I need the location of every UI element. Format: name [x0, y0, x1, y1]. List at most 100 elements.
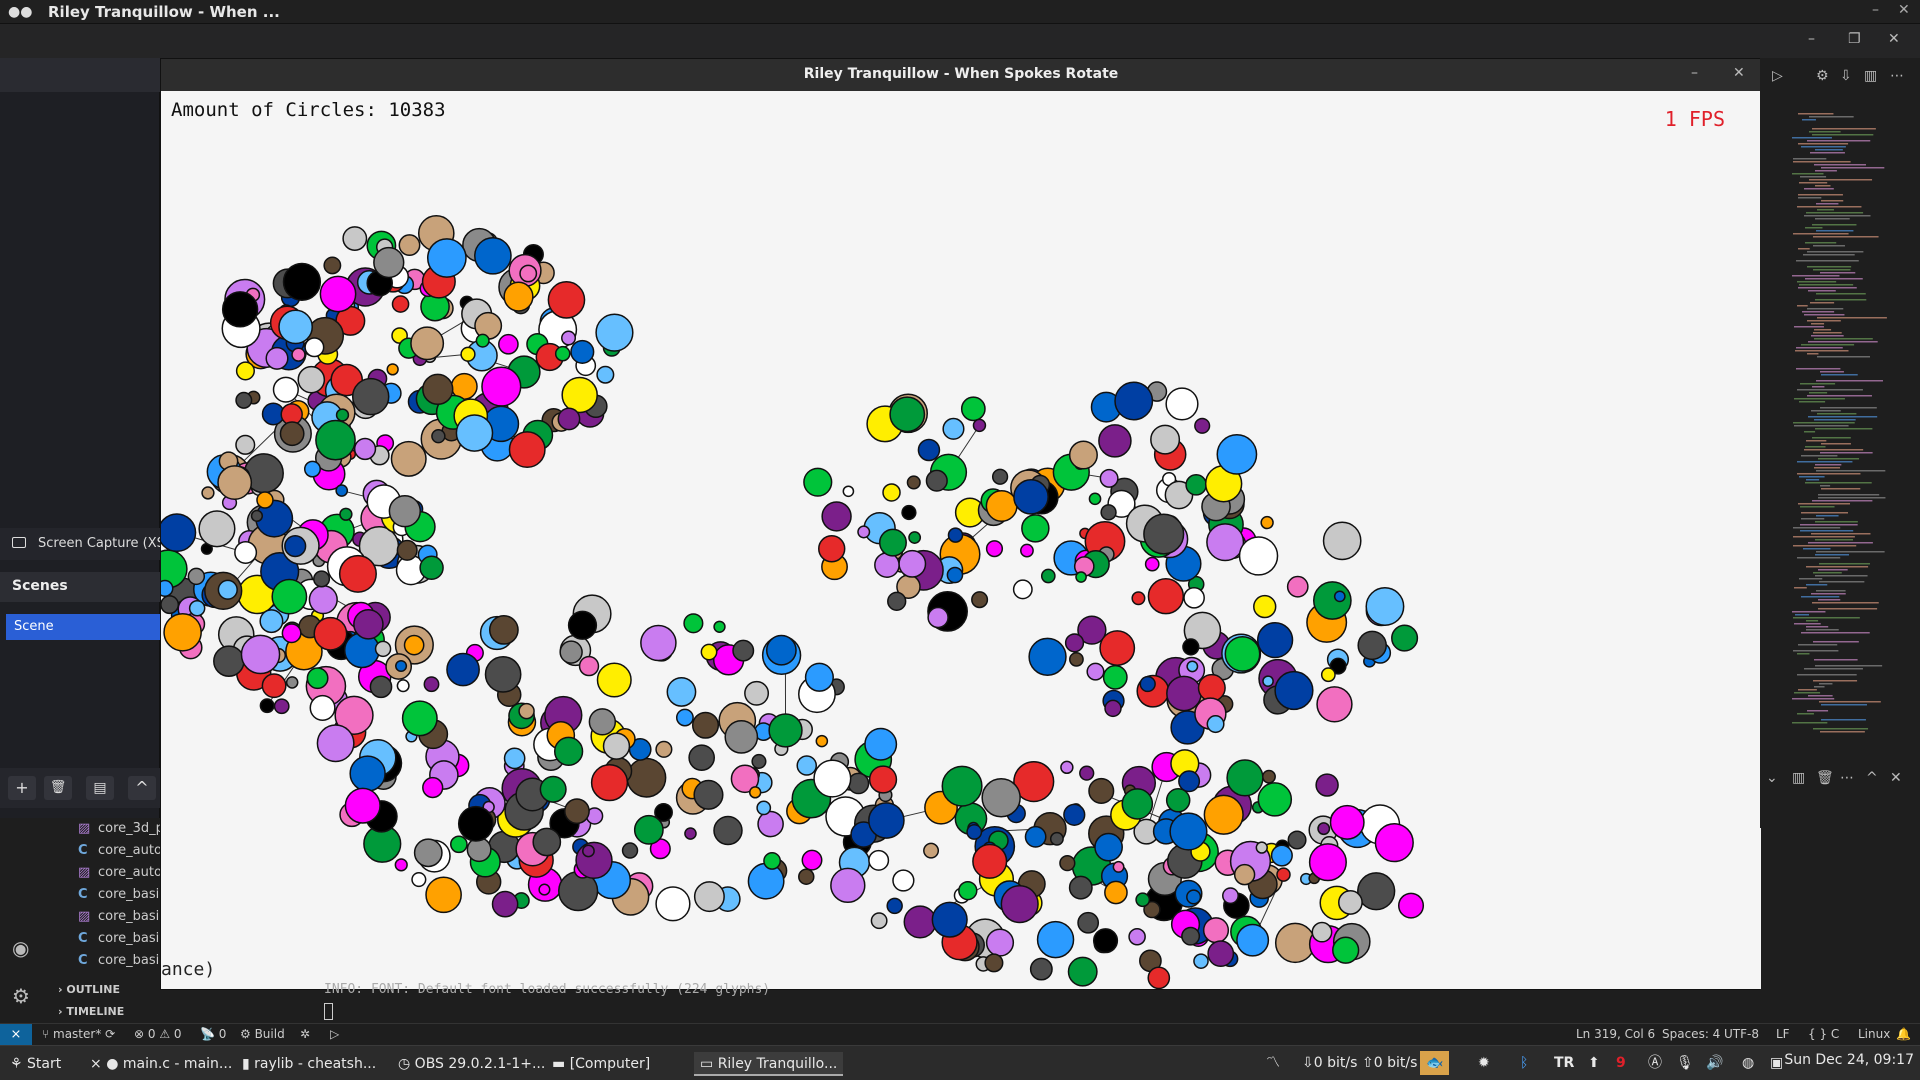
platform-status[interactable]: Linux [1858, 1027, 1890, 1041]
file-name: core_basic [98, 953, 167, 968]
file-name: core_basic [98, 887, 167, 902]
outline-label: OUTLINE [66, 983, 120, 996]
obs-panel-header [0, 58, 160, 92]
scene-list-item[interactable]: Scene [6, 614, 160, 640]
run-status-icon[interactable]: ▷ [330, 1027, 339, 1041]
add-scene-button[interactable]: + [8, 776, 36, 800]
file-item[interactable]: ▨ core_autor [78, 865, 167, 887]
taskbar-item-obs[interactable]: ◷ OBS 29.0.2.1-1+... [392, 1052, 551, 1076]
terminal-cursor[interactable] [324, 1003, 333, 1020]
more-actions-icon[interactable]: ⋯ [1890, 68, 1904, 84]
editor-close-icon[interactable]: ✕ [1888, 31, 1900, 47]
account-icon[interactable]: ◉ [12, 936, 29, 960]
settings-gear-icon[interactable]: ⚙ [12, 984, 30, 1008]
source-item[interactable]: Screen Capture (XSh [0, 528, 173, 560]
file-item[interactable]: ▨ core_basic [78, 909, 166, 931]
file-item[interactable]: Ccore_basic [78, 953, 166, 975]
scene-toolbar: + 🗑 ▤ ^ [0, 768, 160, 808]
remove-scene-button[interactable]: 🗑 [44, 776, 72, 800]
start-button[interactable]: ⚘ Start [4, 1052, 67, 1076]
keyboard-layout[interactable]: TR [1554, 1051, 1574, 1075]
file-item[interactable]: Ccore_basic [78, 931, 166, 953]
microphone-icon[interactable]: 🎙 [1676, 1051, 1694, 1075]
language-status[interactable]: { } C [1808, 1027, 1839, 1041]
partial-text: ance) [161, 959, 216, 980]
network-graph-icon: 〽 [1266, 1055, 1280, 1071]
minimize-icon[interactable]: – [1872, 2, 1879, 18]
file-name: core_basic [98, 931, 167, 946]
taskbar-item-computer[interactable]: ▬ [Computer] [546, 1052, 656, 1076]
trash-icon[interactable]: 🗑 [1816, 770, 1834, 786]
bluetooth-icon[interactable]: ᛒ [1520, 1051, 1528, 1075]
timeline-section[interactable]: › TIMELINE [58, 1005, 124, 1018]
indent-status[interactable]: Spaces: 4 [1662, 1027, 1720, 1041]
eol-status[interactable]: LF [1776, 1027, 1790, 1041]
updates-icon[interactable]: ⬆ [1588, 1051, 1600, 1075]
file-item[interactable]: Ccore_autor [78, 843, 167, 865]
close-panel-icon[interactable]: ✕ [1890, 770, 1902, 786]
branch-status[interactable]: ⑂ master* ⟳ [42, 1027, 115, 1041]
status-bar: ⨯ ⑂ master* ⟳ ⊗ 0 ⚠ 0 📡 0 ⚙ Build ✲ ▷ Ln… [0, 1023, 1920, 1046]
file-item[interactable]: Ccore_basic [78, 887, 166, 909]
more-icon[interactable]: ⋯ [1840, 770, 1854, 786]
monitor-icon [12, 537, 26, 548]
c-file-icon: C [78, 953, 88, 968]
cursor-position[interactable]: Ln 319, Col 6 [1576, 1027, 1655, 1041]
c-file-icon: C [78, 843, 88, 858]
error-count: 0 [147, 1027, 156, 1041]
code-minimap[interactable] [1788, 113, 1906, 733]
image-file-icon: ▨ [78, 821, 91, 836]
debug-icon[interactable]: ✲ [300, 1027, 310, 1041]
remote-icon[interactable]: ⨯ [0, 1024, 32, 1046]
download-icon[interactable]: ⇩ [1840, 68, 1852, 84]
task-label: OBS 29.0.2.1-1+... [414, 1056, 546, 1072]
game-minimize-icon[interactable]: – [1691, 65, 1698, 81]
notifications-icon[interactable]: 🔔 [1896, 1027, 1911, 1041]
volume-icon[interactable]: 🔊 [1706, 1051, 1723, 1075]
c-file-icon: C [78, 887, 88, 902]
chevron-down-icon[interactable]: ⌄ [1766, 770, 1778, 786]
scene-filter-button[interactable]: ▤ [86, 776, 114, 800]
file-name: core_3d_p [98, 821, 164, 836]
game-window: Riley Tranquillow - When Spokes Rotate –… [160, 58, 1761, 990]
taskbar-item-browser[interactable]: ▮ raylib - cheatsh... [236, 1052, 382, 1076]
outline-section[interactable]: › OUTLINE [58, 983, 120, 996]
warning-count: 0 [173, 1027, 182, 1041]
ports-status[interactable]: 📡 0 [200, 1027, 226, 1041]
timeline-label: TIMELINE [66, 1005, 125, 1018]
ports-count: 0 [218, 1027, 227, 1041]
split-terminal-icon[interactable]: ▥ [1792, 770, 1805, 786]
editor-actions: ▷ ⚙ ⇩ ▥ ⋯ [1760, 64, 1920, 92]
language-name: C [1830, 1027, 1840, 1041]
encoding-status[interactable]: UTF-8 [1724, 1027, 1759, 1041]
gear-icon[interactable]: ⚙ [1816, 68, 1829, 84]
maximize-panel-icon[interactable]: ^ [1866, 770, 1878, 786]
display-icon[interactable]: ▣ [1770, 1051, 1783, 1075]
notification-badge[interactable]: 9 [1616, 1051, 1626, 1075]
move-scene-up-button[interactable]: ^ [128, 776, 156, 800]
game-titlebar: Riley Tranquillow - When Spokes Rotate –… [161, 59, 1761, 91]
outer-window-title: Riley Tranquillow - When ... [48, 3, 280, 21]
problems-status[interactable]: ⊗ 0 ⚠ 0 [134, 1027, 182, 1041]
editor-restore-icon[interactable]: ❐ [1848, 31, 1861, 47]
file-item[interactable]: ▨ core_3d_p [78, 821, 164, 843]
clock[interactable]: Sun Dec 24, 09:17 [1784, 1052, 1914, 1068]
fish-applet-icon[interactable]: 🐟 [1420, 1051, 1450, 1075]
editor-minimize-icon[interactable]: – [1808, 31, 1815, 47]
build-button[interactable]: ⚙ Build [240, 1027, 285, 1041]
scenes-title: Scenes [12, 578, 68, 594]
split-editor-icon[interactable]: ▥ [1864, 68, 1877, 84]
start-label: Start [27, 1056, 62, 1072]
taskbar-item-game[interactable]: ▭ Riley Tranquillo... [694, 1052, 844, 1076]
scenes-header: Scenes [0, 572, 160, 602]
close-icon[interactable]: ✕ [1898, 2, 1910, 18]
game-canvas[interactable]: Amount of Circles: 10383 1 FPS ance) [161, 91, 1761, 989]
wifi-icon[interactable]: ◍ [1742, 1051, 1754, 1075]
game-close-icon[interactable]: ✕ [1733, 65, 1745, 81]
brightness-icon[interactable]: ✹ [1478, 1051, 1490, 1075]
fps-counter: 1 FPS [1664, 107, 1725, 131]
accessibility-icon[interactable]: Ⓐ [1648, 1051, 1662, 1075]
run-icon[interactable]: ▷ [1772, 68, 1783, 84]
net-up: ⇧0 bit/s [1362, 1055, 1418, 1071]
taskbar-item-vscode[interactable]: ⨯ ● main.c - main... [84, 1052, 238, 1076]
